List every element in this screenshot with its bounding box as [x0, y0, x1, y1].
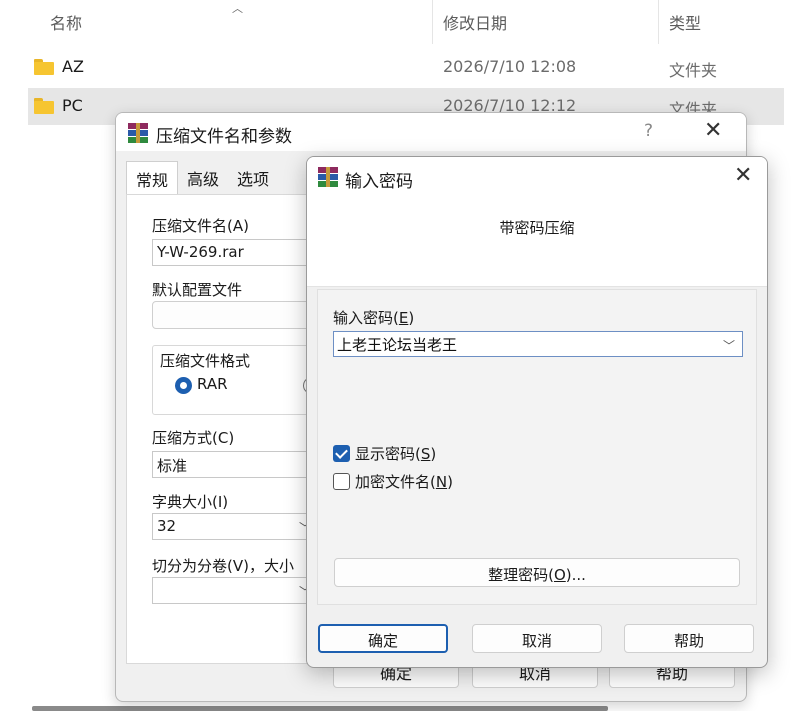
method-label: 压缩方式(C) — [152, 429, 235, 447]
format-rar-label: RAR — [197, 375, 228, 393]
show-password-label: 显示密码(S) — [355, 445, 437, 463]
dialog-title: 压缩文件名和参数 — [156, 127, 292, 147]
dialog-title: 输入密码 — [345, 172, 413, 192]
enter-password-dialog: 输入密码 ✕ 带密码压缩 输入密码(E) ﹀ 显示密码(S) 加密文件名(N) … — [306, 156, 768, 668]
dialog-titlebar: 压缩文件名和参数 ? ✕ — [116, 113, 746, 151]
radio-rar[interactable] — [175, 377, 192, 394]
help-icon[interactable]: ? — [644, 121, 653, 141]
organize-passwords-button[interactable]: 整理密码(O)... — [334, 558, 740, 587]
encrypt-filenames-label: 加密文件名(N) — [355, 473, 453, 491]
file-row-az[interactable]: AZ 2026/7/10 12:08 文件夹 — [28, 49, 784, 86]
tab-options[interactable]: 选项 — [228, 161, 278, 195]
format-group-label: 压缩文件格式 — [160, 352, 251, 370]
split-volume-label: 切分为分卷(V)，大小 — [152, 557, 294, 575]
password-label: 输入密码(E) — [333, 309, 415, 327]
column-divider[interactable] — [658, 0, 659, 44]
archive-name-label: 压缩文件名(A) — [152, 217, 249, 235]
ok-button[interactable]: 确定 — [318, 624, 448, 653]
default-profile-label: 默认配置文件 — [152, 281, 243, 299]
sort-ascending-icon[interactable]: ︿ — [232, 0, 243, 16]
column-header-type[interactable]: 类型 — [669, 0, 701, 44]
tab-general[interactable]: 常规 — [126, 161, 179, 195]
column-divider[interactable] — [432, 0, 433, 44]
encrypt-filenames-checkbox[interactable] — [333, 473, 350, 490]
winrar-icon — [128, 123, 148, 143]
cancel-button[interactable]: 取消 — [472, 624, 602, 653]
tab-advanced[interactable]: 高级 — [178, 161, 228, 195]
folder-icon — [34, 59, 54, 75]
dialog-titlebar: 输入密码 ✕ — [307, 157, 767, 197]
dict-size-label: 字典大小(I) — [152, 493, 229, 511]
folder-icon — [34, 98, 54, 114]
dialog-subtitle: 带密码压缩 — [499, 219, 575, 237]
horizontal-scrollbar[interactable] — [32, 706, 608, 711]
tab-bar: 常规 高级 选项 — [126, 161, 278, 195]
winrar-icon — [318, 167, 338, 187]
column-header-modified[interactable]: 修改日期 — [443, 0, 507, 44]
password-input[interactable] — [333, 331, 743, 357]
chevron-down-icon[interactable]: ﹀ — [723, 337, 735, 354]
close-icon[interactable]: ✕ — [734, 163, 752, 188]
help-button[interactable]: 帮助 — [624, 624, 754, 653]
show-password-checkbox[interactable] — [333, 445, 350, 462]
column-header-name[interactable]: 名称 — [50, 0, 82, 44]
close-icon[interactable]: ✕ — [704, 118, 722, 143]
dialog-header — [307, 197, 767, 287]
